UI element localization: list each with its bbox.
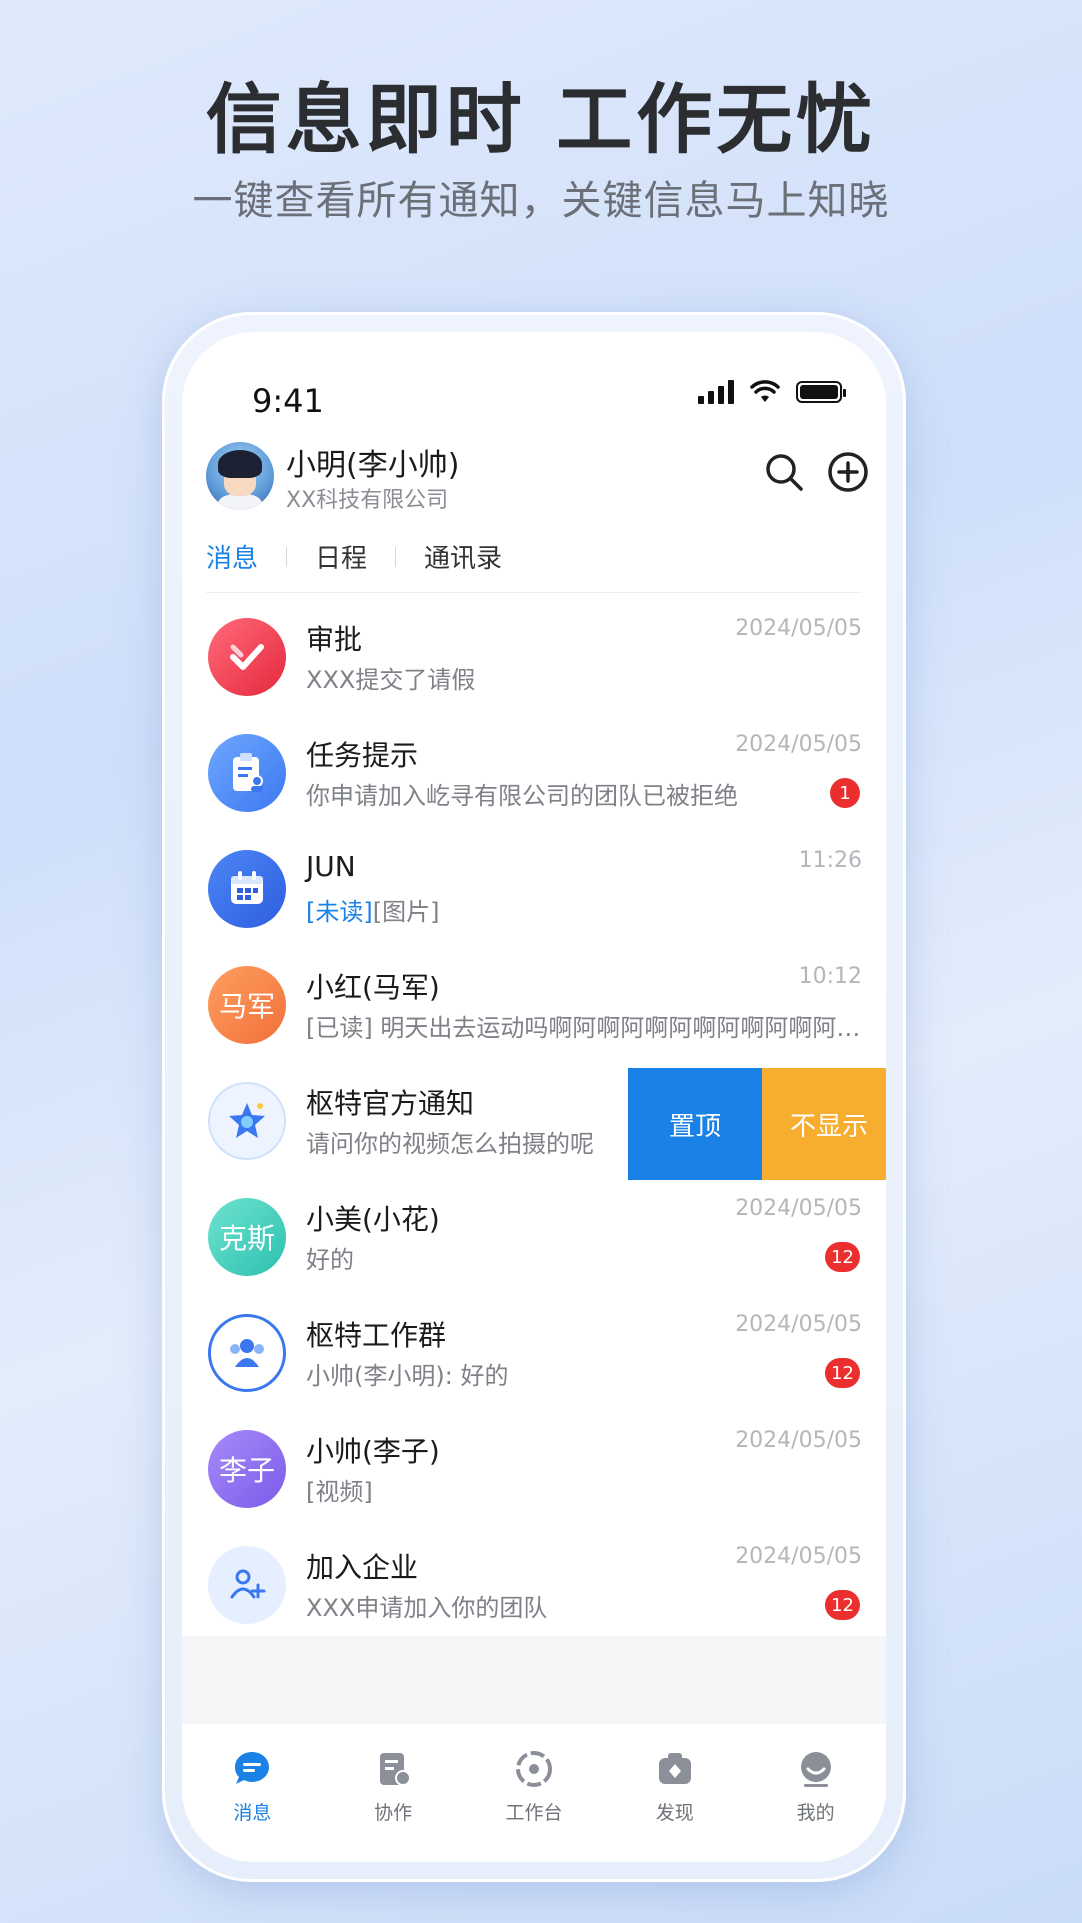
item-title: 任务提示	[306, 739, 419, 772]
item-preview: 好的	[306, 1246, 354, 1274]
tabbar-item-messages[interactable]: 消息	[192, 1748, 312, 1862]
phone-frame: 9:41 小明(李小帅) XX科技有限公司 消息 日程 通讯录 审批 XXX提交…	[162, 312, 906, 1882]
tabbar-item-collaboration[interactable]: 协作	[333, 1748, 453, 1862]
list-item[interactable]: 审批 XXX提交了请假 2024/05/05	[182, 598, 886, 714]
tabbar-item-me[interactable]: 我的	[756, 1748, 876, 1862]
group-icon	[208, 1314, 286, 1392]
user-name: 小明(李小帅)	[286, 448, 460, 483]
item-time: 2024/05/05	[735, 732, 862, 757]
contact-avatar: 克斯	[208, 1198, 286, 1276]
smiley-user-icon	[800, 1752, 831, 1787]
pin-button[interactable]: 置顶	[628, 1068, 762, 1180]
tabbar-item-workbench[interactable]: 工作台	[474, 1748, 594, 1862]
tabbar-label: 工作台	[505, 1802, 563, 1824]
battery-icon	[796, 381, 846, 403]
tabbar-label: 我的	[796, 1802, 835, 1824]
wifi-icon	[750, 380, 780, 402]
list-item[interactable]: JUN [未读][图片] 11:26	[182, 830, 886, 946]
status-icons	[698, 380, 846, 404]
list-empty-area	[182, 1636, 886, 1724]
unread-badge: 12	[825, 1358, 860, 1388]
item-time: 10:12	[798, 964, 862, 989]
item-time: 2024/05/05	[735, 1544, 862, 1569]
notebook-icon	[380, 1753, 412, 1786]
chat-bubble-icon	[235, 1752, 270, 1784]
message-list: 审批 XXX提交了请假 2024/05/05 任务提示 你申请加入屹寻有限公司的…	[182, 598, 886, 1642]
item-preview: 小帅(李小明): 好的	[306, 1362, 509, 1390]
item-time: 2024/05/05	[735, 1312, 862, 1337]
tab-messages[interactable]: 消息	[206, 538, 258, 575]
tabbar-label: 协作	[374, 1802, 413, 1824]
item-title: 加入企业	[306, 1551, 419, 1584]
signal-icon	[698, 380, 734, 404]
hide-button[interactable]: 不显示	[762, 1068, 886, 1180]
add-circle-icon[interactable]	[826, 450, 870, 494]
list-item[interactable]: 枢特官方通知 请问你的视频怎么拍摄的呢 置顶 不显示	[182, 1062, 886, 1180]
swipe-actions: 置顶 不显示	[628, 1068, 886, 1180]
tabbar-label: 消息	[233, 1802, 272, 1824]
item-time: 2024/05/05	[735, 616, 862, 641]
item-title: 小美(小花)	[306, 1203, 440, 1236]
item-preview: XXX提交了请假	[306, 666, 476, 694]
add-user-icon	[208, 1546, 286, 1624]
list-item[interactable]: 马军 小红(马军) [已读] 明天出去运动吗啊阿啊阿啊阿啊阿啊阿啊阿啊阿啊 10…	[182, 946, 886, 1062]
tab-divider	[395, 546, 397, 567]
item-title: 枢特官方通知	[306, 1087, 475, 1120]
tab-contacts[interactable]: 通讯录	[424, 538, 502, 575]
item-preview: XXX申请加入你的团队	[306, 1594, 548, 1622]
item-preview: [已读] 明天出去运动吗啊阿啊阿啊阿啊阿啊阿啊阿啊阿啊	[306, 1014, 866, 1042]
task-clipboard-icon	[208, 734, 286, 812]
item-time: 11:26	[798, 848, 862, 873]
camera-compass-icon	[658, 1753, 691, 1784]
list-item[interactable]: 加入企业 XXX申请加入你的团队 2024/05/05 12	[182, 1526, 886, 1642]
tab-schedule[interactable]: 日程	[315, 538, 367, 575]
item-time: 2024/05/05	[735, 1196, 862, 1221]
item-title: 小帅(李子)	[306, 1435, 440, 1468]
item-preview: 请问你的视频怎么拍摄的呢	[306, 1130, 594, 1158]
status-time: 9:41	[252, 382, 324, 420]
preview-text: [图片]	[372, 898, 440, 926]
search-icon[interactable]	[762, 450, 806, 494]
unread-badge: 1	[830, 778, 860, 808]
item-title: 小红(马军)	[306, 971, 440, 1004]
promo-subline: 一键查看所有通知，关键信息马上知晓	[192, 178, 890, 224]
tabbar-item-discover[interactable]: 发现	[615, 1748, 735, 1862]
contact-avatar: 马军	[208, 966, 286, 1044]
item-time: 2024/05/05	[735, 1428, 862, 1453]
item-title: JUN	[306, 850, 356, 883]
item-preview: [视频]	[306, 1478, 373, 1506]
list-item[interactable]: 枢特工作群 小帅(李小明): 好的 2024/05/05 12	[182, 1294, 886, 1410]
list-item[interactable]: 克斯 小美(小花) 好的 2024/05/05 12	[182, 1178, 886, 1294]
promo-headline: 信息即时 工作无忧	[205, 75, 877, 164]
bottom-tabbar: 消息 协作 工作台 发现 我的	[182, 1724, 886, 1862]
item-preview: [未读][图片]	[306, 892, 439, 927]
tabbar-label: 发现	[655, 1802, 694, 1824]
workbench-icon	[515, 1751, 552, 1787]
contact-avatar: 李子	[208, 1430, 286, 1508]
calendar-icon	[208, 850, 286, 928]
approval-icon	[208, 618, 286, 696]
list-item[interactable]: 任务提示 你申请加入屹寻有限公司的团队已被拒绝 2024/05/05 1	[182, 714, 886, 830]
avatar[interactable]	[206, 442, 274, 510]
header-divider	[206, 592, 862, 593]
phone-screen: 9:41 小明(李小帅) XX科技有限公司 消息 日程 通讯录 审批 XXX提交…	[182, 332, 886, 1862]
unread-badge: 12	[825, 1590, 860, 1620]
unread-tag: [未读]	[306, 898, 373, 926]
top-tabs: 消息 日程 通讯录	[206, 538, 502, 575]
user-company: XX科技有限公司	[286, 488, 449, 513]
item-title: 审批	[306, 623, 363, 656]
item-title: 枢特工作群	[306, 1319, 447, 1352]
unread-badge: 12	[825, 1242, 860, 1272]
tab-divider	[286, 546, 288, 567]
list-item[interactable]: 李子 小帅(李子) [视频] 2024/05/05	[182, 1410, 886, 1526]
star-logo-icon	[208, 1082, 286, 1160]
item-preview: 你申请加入屹寻有限公司的团队已被拒绝	[306, 782, 738, 810]
